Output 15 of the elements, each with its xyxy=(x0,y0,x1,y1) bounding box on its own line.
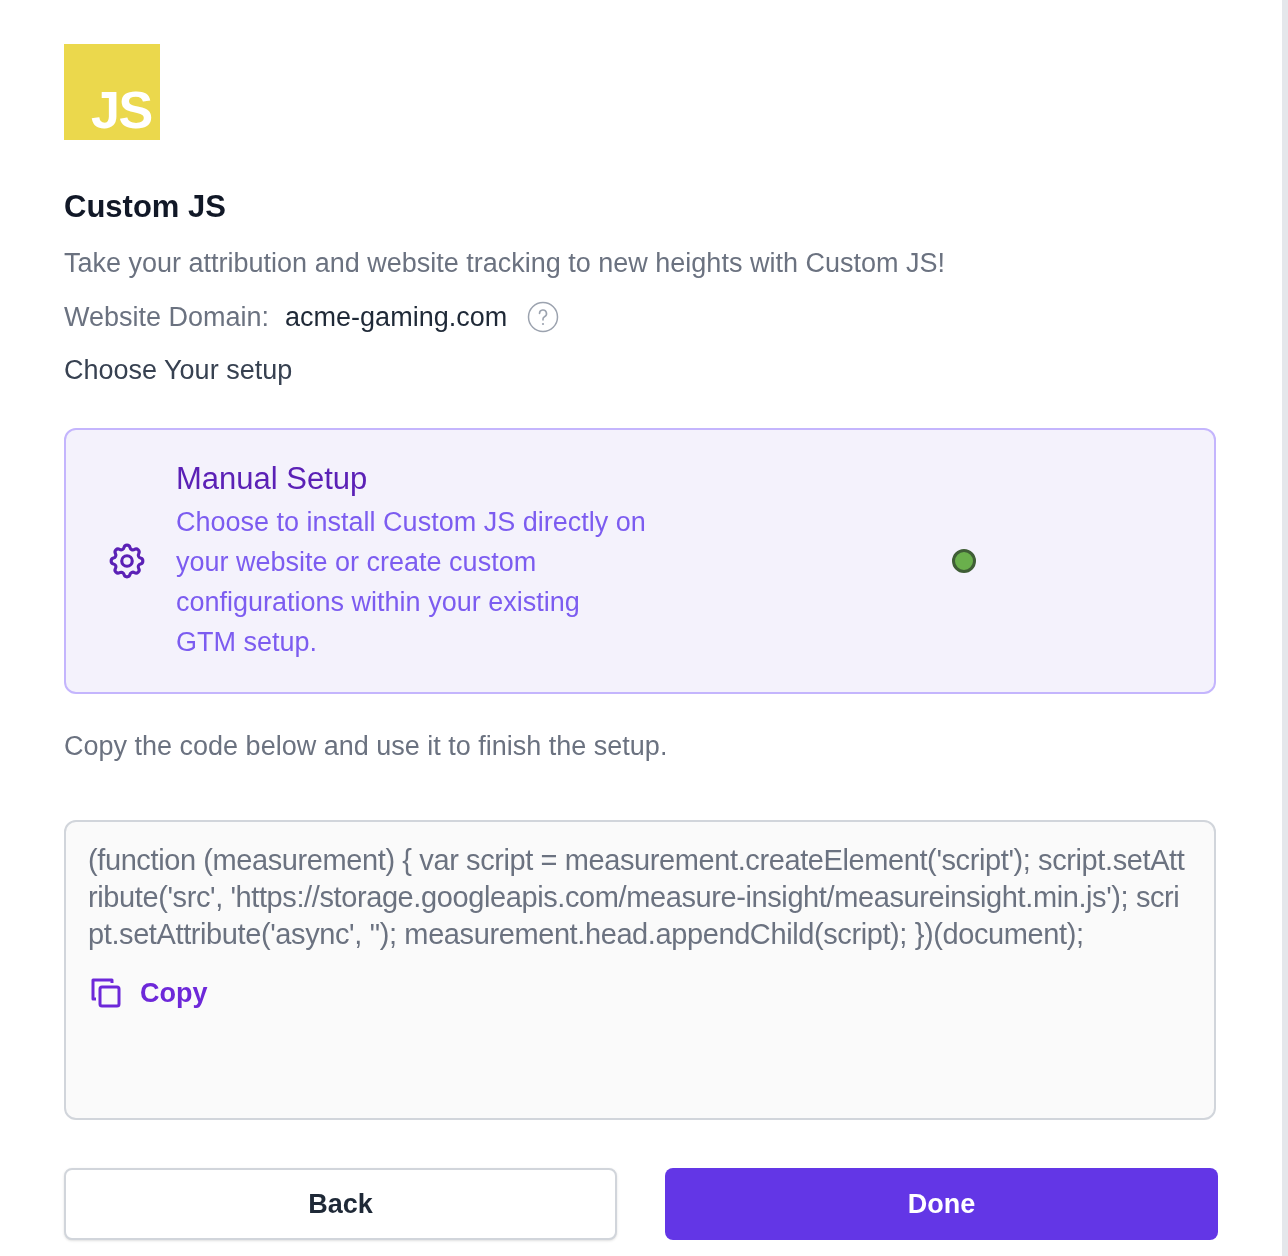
code-snippet: (function (measurement) { var script = measurement.createElement('script'); script.setAttribute('src', 'https://storage.googleapis.com/measure-insight/measureinsight.min.js'); script.setAttribute('async', ''); measurement.head.appendChild(script); })(document); xyxy=(88,842,1186,952)
option-title: Manual Setup xyxy=(176,459,369,498)
js-logo: JS xyxy=(64,44,160,140)
help-icon[interactable] xyxy=(527,301,560,334)
domain-label: Website Domain: xyxy=(64,300,270,334)
section-heading: Choose Your setup xyxy=(64,354,294,388)
option-description: Choose to install Custom JS directly on your website or create custom configurations within your existing GTM setup. xyxy=(176,506,646,660)
setup-option-card[interactable]: Manual Setup Choose to install Custom JS directly on your website or create custom configurations within your existing GTM setup. xyxy=(64,428,1216,694)
description-text: Take your attribution and website tracking to new heights with Custom JS! xyxy=(64,246,946,280)
done-button[interactable]: Done xyxy=(665,1167,1218,1240)
domain-value: acme-gaming.com xyxy=(285,300,508,334)
back-button[interactable]: Back xyxy=(64,1167,617,1240)
instruction-text: Copy the code below and use it to finish the setup. xyxy=(64,730,669,763)
page-title: Custom JS xyxy=(64,188,227,226)
copy-button[interactable]: Copy xyxy=(88,972,208,1014)
